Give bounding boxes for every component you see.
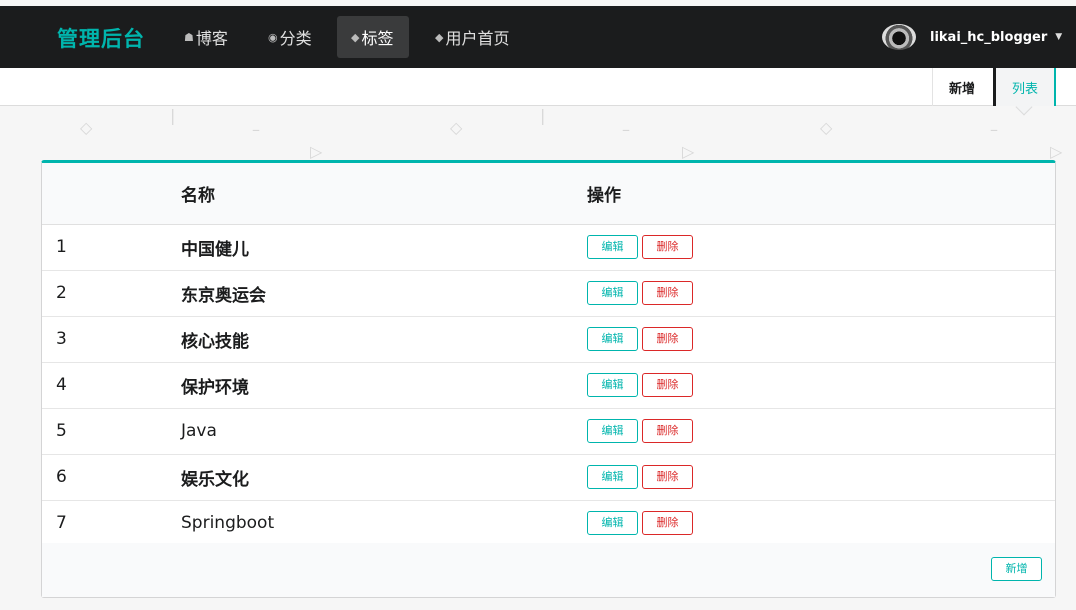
table-header-row: 名称 操作 (42, 163, 1055, 225)
row-actions: 编辑 删除 (587, 500, 1055, 547)
home-icon: ☗ (184, 30, 194, 44)
brand-title[interactable]: 管理后台 (57, 23, 145, 53)
delete-button[interactable]: 删除 (642, 511, 693, 535)
tag-table-segment: 名称 操作 1 中国健儿 编辑 删除 2 东京奥运会 编辑 删除 3 核心技能 编辑 删除 4 保护环境编… (41, 160, 1056, 598)
top-navbar: 管理后台 ☗ 博客 ◉ 分类 ◆ 标签 ◆ 用户首页 likai_hc_blog… (0, 6, 1076, 68)
username: likai_hc_blogger (930, 29, 1048, 45)
table-footer: 新增 (42, 543, 1055, 597)
table-row: 4 保护环境 编辑 删除 (42, 362, 1055, 409)
row-actions: 编辑 删除 (587, 224, 1055, 271)
edit-button[interactable]: 编辑 (587, 281, 638, 305)
delete-button[interactable]: 删除 (642, 419, 693, 443)
delete-button[interactable]: 删除 (642, 373, 693, 397)
column-header-name: 名称 (181, 163, 587, 225)
pattern-decoration: – (622, 120, 630, 139)
nav-item-label: 标签 (361, 29, 394, 48)
delete-button[interactable]: 删除 (642, 327, 693, 351)
delete-button[interactable]: 删除 (642, 235, 693, 259)
row-actions: 编辑 删除 (587, 454, 1055, 501)
table-row: 2 东京奥运会 编辑 删除 (42, 270, 1055, 317)
nav-item-tag[interactable]: ◆ 标签 (337, 16, 409, 58)
pattern-decoration: | (170, 106, 176, 125)
table-row: 7 Springboot 编辑 删除 (42, 500, 1055, 547)
nav-item-category[interactable]: ◉ 分类 (254, 16, 326, 58)
edit-button[interactable]: 编辑 (587, 373, 638, 397)
caret-down-icon: ▼ (1055, 32, 1063, 42)
row-id: 4 (42, 362, 181, 409)
pattern-decoration: ◇ (80, 118, 93, 137)
row-id: 6 (42, 454, 181, 501)
pattern-decoration: | (540, 106, 546, 125)
tag-icon: ◆ (351, 30, 360, 44)
edit-button[interactable]: 编辑 (587, 235, 638, 259)
edit-button[interactable]: 编辑 (587, 327, 638, 351)
tags-icon: ◆ (435, 30, 444, 44)
edit-button[interactable]: 编辑 (587, 419, 638, 443)
row-id: 1 (42, 224, 181, 271)
add-tag-button[interactable]: 新增 (991, 557, 1042, 581)
tag-table: 名称 操作 1 中国健儿 编辑 删除 2 东京奥运会 编辑 删除 3 核心技能 编辑 删除 4 保护环境编… (42, 163, 1055, 547)
edit-button[interactable]: 编辑 (587, 465, 638, 489)
column-header-actions: 操作 (587, 163, 1055, 225)
submenu-list-label: 列表 (1012, 81, 1039, 97)
table-row: 1 中国健儿 编辑 删除 (42, 224, 1055, 271)
row-id: 5 (42, 408, 181, 455)
pattern-decoration: ◇ (820, 118, 833, 137)
user-dropdown[interactable]: likai_hc_blogger ▼ (882, 22, 1062, 52)
nav-item-label: 分类 (279, 29, 312, 48)
tag-name: 中国健儿 (181, 239, 249, 260)
row-id: 2 (42, 270, 181, 317)
table-row: 3 核心技能 编辑 删除 (42, 316, 1055, 363)
nav-item-blog[interactable]: ☗ 博客 (170, 16, 242, 58)
nav-item-label: 用户首页 (445, 29, 510, 48)
tag-name: 核心技能 (181, 331, 249, 352)
row-id: 7 (42, 500, 181, 547)
row-actions: 编辑 删除 (587, 316, 1055, 363)
pattern-decoration: – (252, 120, 260, 139)
pattern-decoration: – (990, 120, 998, 139)
row-actions: 编辑 删除 (587, 270, 1055, 317)
avatar (882, 24, 916, 50)
pattern-decoration: ◇ (450, 118, 463, 137)
column-header-id (42, 163, 181, 225)
idea-icon: ◉ (268, 30, 278, 44)
row-actions: 编辑 删除 (587, 408, 1055, 455)
submenu-list[interactable]: 列表 (993, 68, 1056, 116)
edit-button[interactable]: 编辑 (587, 511, 638, 535)
tag-name: 娱乐文化 (181, 469, 249, 490)
pattern-decoration: ▷ (682, 142, 695, 161)
nav-item-user-home[interactable]: ◆ 用户首页 (421, 16, 523, 58)
row-id: 3 (42, 316, 181, 363)
table-row: 5 Java 编辑 删除 (42, 408, 1055, 455)
pattern-decoration: ▷ (1050, 142, 1063, 161)
pattern-decoration: ▷ (310, 142, 323, 161)
tag-name: Java (181, 421, 217, 441)
row-actions: 编辑 删除 (587, 362, 1055, 409)
delete-button[interactable]: 删除 (642, 465, 693, 489)
nav-item-label: 博客 (195, 29, 228, 48)
tag-name: 东京奥运会 (181, 285, 266, 306)
tag-name: Springboot (181, 513, 275, 533)
tag-name: 保护环境 (181, 377, 249, 398)
active-pointer (1015, 98, 1033, 116)
secondary-menu: 新增 列表 (0, 68, 1076, 116)
table-row: 6 娱乐文化 编辑 删除 (42, 454, 1055, 501)
submenu-new[interactable]: 新增 (932, 68, 991, 106)
delete-button[interactable]: 删除 (642, 281, 693, 305)
